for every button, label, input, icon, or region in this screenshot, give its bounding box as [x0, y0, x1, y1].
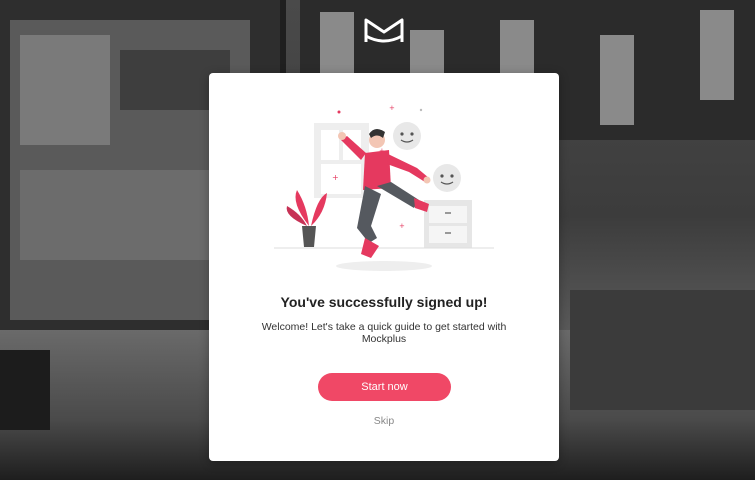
mockplus-logo-icon [364, 18, 404, 43]
background-laptop [570, 290, 755, 410]
skip-link[interactable]: Skip [209, 415, 559, 427]
modal-title: You've successfully signed up! [280, 294, 488, 310]
signup-success-modal: + + + + You've successfully signed up! W… [209, 73, 559, 461]
modal-description: Welcome! Let's take a quick guide to get… [261, 321, 507, 345]
start-now-button[interactable]: Start now [318, 373, 451, 401]
svg-text:+: + [332, 173, 339, 182]
svg-text:+: + [389, 104, 395, 112]
svg-text:+: + [399, 222, 405, 230]
background-device [0, 350, 50, 430]
celebration-illustration: + + + + [274, 104, 494, 271]
